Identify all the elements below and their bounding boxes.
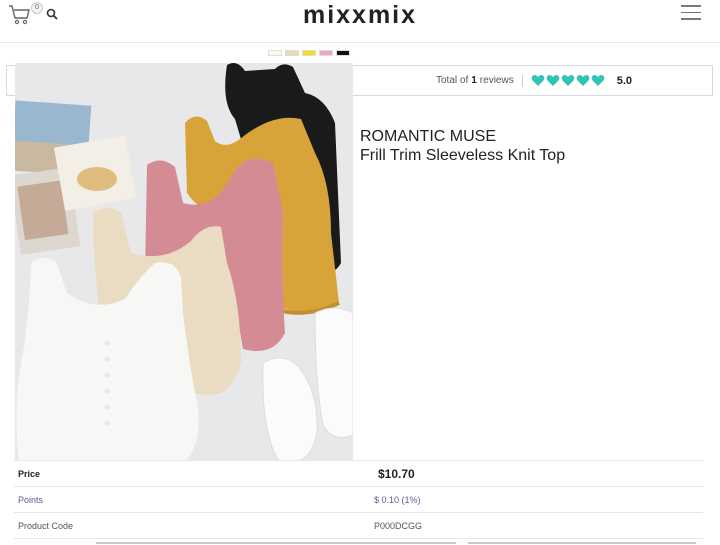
review-total-prefix: Total of [435,75,469,86]
product-code-label: Product Code [18,521,74,531]
price-value: $10.70 [378,467,415,481]
color-swatch[interactable] [302,50,316,56]
site-header: 0 mixxmix [0,0,720,43]
color-swatch[interactable] [336,50,350,56]
heart-icon [561,75,575,86]
heart-icon [576,75,590,86]
divider [521,74,523,87]
points-label: Points [18,495,44,505]
heart-icon [591,75,605,86]
review-total-suffix: reviews [479,75,514,86]
table-row-price: Price $10.70 [14,460,703,487]
product-brand: ROMANTIC MUSE [360,128,496,145]
description-text-cut-off [96,540,696,545]
product-photo [15,63,353,461]
site-logo[interactable]: mixxmix [0,1,720,30]
color-swatch[interactable] [319,50,333,56]
price-label: Price [18,469,41,479]
hamburger-menu-icon[interactable] [681,5,701,21]
product-name: Frill Trim Sleeveless Knit Top [360,147,566,164]
heart-icon [531,75,545,86]
color-swatch[interactable] [285,50,299,56]
product-image[interactable] [15,63,353,461]
product-info-table: Price $10.70 Points $ 0.10 (1%) Product … [14,460,703,539]
color-swatches [268,50,350,56]
rating-score: 5.0 [616,74,632,87]
heart-icon [546,75,560,86]
product-code-value: P000DCGG [374,521,423,531]
table-row-points: Points $ 0.10 (1%) [14,487,703,513]
color-swatch[interactable] [268,50,282,56]
rating-hearts [531,74,605,87]
table-row-product-code: Product Code P000DCGG [14,513,703,539]
review-count: 1 [471,75,477,86]
points-value: $ 0.10 (1%) [374,495,421,505]
